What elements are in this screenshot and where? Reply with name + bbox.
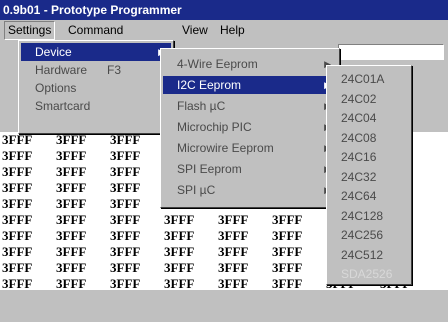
hex-cell[interactable]: 3FFF <box>218 276 272 290</box>
hex-cell[interactable]: 3FFF <box>164 260 218 276</box>
title-bar: 0.9b01 - Prototype Programmer <box>0 0 448 20</box>
hex-cell[interactable]: 3FFF <box>218 244 272 260</box>
hex-cell[interactable]: 3FFF <box>2 148 56 164</box>
hex-cell[interactable]: 3FFF <box>110 132 164 148</box>
hex-cell[interactable]: 3FFF <box>56 260 110 276</box>
hex-cell[interactable]: 3FFF <box>110 244 164 260</box>
i2c-item-9[interactable]: 24C512 <box>329 246 409 264</box>
hex-cell[interactable]: 3FFF <box>110 228 164 244</box>
i2c-item-2[interactable]: 24C04 <box>329 109 409 127</box>
hex-cell[interactable]: 3FFF <box>56 180 110 196</box>
hex-cell[interactable]: 3FFF <box>110 164 164 180</box>
hex-cell[interactable]: 3FFF <box>164 212 218 228</box>
hex-cell[interactable]: 3FFF <box>2 276 56 290</box>
hex-cell[interactable]: 3FFF <box>164 228 218 244</box>
menu-item-hardware[interactable]: Hardware F3 <box>21 61 171 79</box>
menu-view[interactable]: View <box>182 23 208 37</box>
hex-cell[interactable]: 3FFF <box>218 212 272 228</box>
hex-cell[interactable]: 3FFF <box>110 212 164 228</box>
hex-cell[interactable]: 3FFF <box>56 228 110 244</box>
settings-dropdown: Device ▶ Hardware F3 Options Smartcard <box>18 40 174 134</box>
i2c-item-5[interactable]: 24C32 <box>329 168 409 186</box>
hex-cell[interactable]: 3FFF <box>110 196 164 212</box>
device-item-5[interactable]: SPI Eeprom▶ <box>163 160 337 178</box>
status-bar <box>0 296 448 322</box>
menu-command[interactable]: Command <box>68 23 123 37</box>
hex-cell[interactable]: 3FFF <box>2 164 56 180</box>
menu-help[interactable]: Help <box>220 23 245 37</box>
hex-cell[interactable]: 3FFF <box>272 276 326 290</box>
device-item-1[interactable]: I2C Eeprom▶ <box>163 76 337 94</box>
hex-cell[interactable]: 3FFF <box>218 260 272 276</box>
hex-cell[interactable]: 3FFF <box>56 148 110 164</box>
hex-cell[interactable]: 3FFF <box>56 276 110 290</box>
hex-cell[interactable]: 3FFF <box>2 260 56 276</box>
hex-cell[interactable]: 3FFF <box>2 180 56 196</box>
hex-cell[interactable]: 3FFF <box>2 132 56 148</box>
hex-cell[interactable]: 3FFF <box>218 228 272 244</box>
menu-settings[interactable]: Settings <box>4 21 56 40</box>
shortcut-label: F3 <box>107 63 122 77</box>
hex-cell[interactable]: 3FFF <box>56 196 110 212</box>
menu-item-options[interactable]: Options <box>21 79 171 97</box>
device-submenu: 4-Wire Eeprom▶ I2C Eeprom▶ Flash µC▶ Microc… <box>160 48 340 208</box>
i2c-item-0[interactable]: 24C01A <box>329 70 409 88</box>
i2c-item-4[interactable]: 24C16 <box>329 148 409 166</box>
hex-cell[interactable]: 3FFF <box>110 180 164 196</box>
device-item-0[interactable]: 4-Wire Eeprom ▶ <box>163 55 337 73</box>
device-item-2[interactable]: Flash µC▶ <box>163 97 337 115</box>
hex-cell[interactable]: 3FFF <box>56 244 110 260</box>
device-field[interactable] <box>338 44 444 60</box>
i2c-item-3[interactable]: 24C08 <box>329 129 409 147</box>
hex-cell[interactable]: 3FFF <box>56 212 110 228</box>
menu-item-smartcard[interactable]: Smartcard <box>21 97 171 115</box>
hex-cell[interactable]: 3FFF <box>56 164 110 180</box>
menu-bar: Settings Command View Help <box>0 20 448 42</box>
hex-cell[interactable]: 3FFF <box>56 132 110 148</box>
hex-cell[interactable]: 3FFF <box>2 244 56 260</box>
hex-cell[interactable]: 3FFF <box>164 276 218 290</box>
i2c-item-1[interactable]: 24C02 <box>329 90 409 108</box>
device-item-3[interactable]: Microchip PIC▶ <box>163 118 337 136</box>
device-item-4[interactable]: Microwire Eeprom▶ <box>163 139 337 157</box>
hex-cell[interactable]: 3FFF <box>2 228 56 244</box>
hex-cell[interactable]: 3FFF <box>272 212 326 228</box>
hex-cell[interactable]: 3FFF <box>2 196 56 212</box>
device-item-6[interactable]: SPI µC▶ <box>163 181 337 199</box>
i2c-item-6[interactable]: 24C64 <box>329 187 409 205</box>
hex-cell[interactable]: 3FFF <box>110 148 164 164</box>
hex-cell[interactable]: 3FFF <box>272 244 326 260</box>
i2c-item-8[interactable]: 24C256 <box>329 226 409 244</box>
i2c-eeprom-submenu: 24C01A 24C02 24C04 24C08 24C16 24C32 24C64 24C1… <box>326 65 412 285</box>
hex-cell[interactable]: 3FFF <box>110 276 164 290</box>
window-title: 0.9b01 - Prototype Programmer <box>3 3 182 17</box>
hex-cell[interactable]: 3FFF <box>2 212 56 228</box>
menu-item-device[interactable]: Device ▶ <box>21 43 171 61</box>
hex-cell[interactable]: 3FFF <box>272 228 326 244</box>
i2c-item-10[interactable]: SDA2526 <box>329 265 409 283</box>
hex-cell[interactable]: 3FFF <box>164 244 218 260</box>
hex-cell[interactable]: 3FFF <box>110 260 164 276</box>
hex-cell[interactable]: 3FFF <box>272 260 326 276</box>
i2c-item-7[interactable]: 24C128 <box>329 207 409 225</box>
